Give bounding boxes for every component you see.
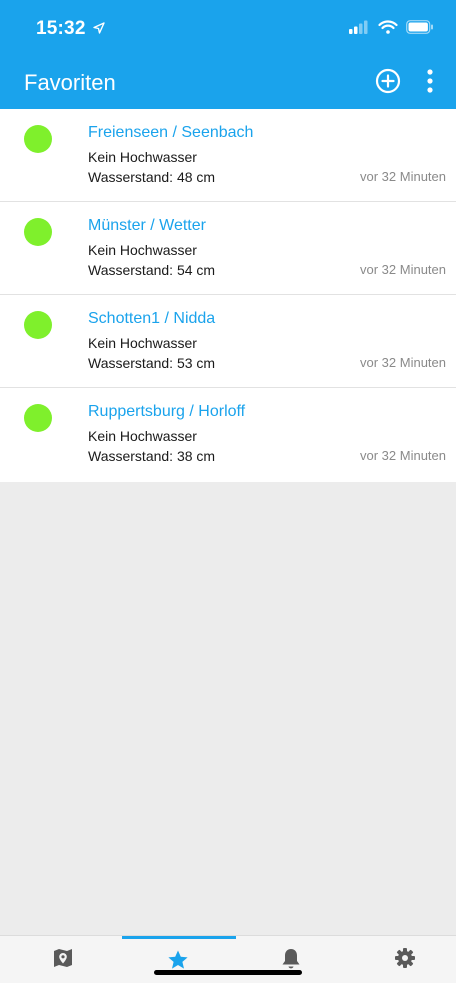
station-item[interactable]: Freienseen / Seenbach Kein Hochwasser Wa… [0,109,456,202]
status-indicator-dot [24,404,52,432]
status-indicator-dot [24,311,52,339]
add-favorite-button[interactable] [374,67,402,95]
status-indicator-dot [24,218,52,246]
favorites-list: Freienseen / Seenbach Kein Hochwasser Wa… [0,109,456,482]
status-time-text: 15:32 [36,18,86,39]
home-indicator [154,970,302,975]
station-name: Freienseen / Seenbach [88,124,254,141]
status-indicator-dot [24,125,52,153]
station-name: Münster / Wetter [88,217,206,234]
tab-notifications[interactable] [234,936,348,983]
status-icons [349,20,434,36]
station-status: Kein Hochwasser [88,149,197,165]
station-status: Kein Hochwasser [88,242,197,258]
add-circle-icon [375,68,401,94]
station-item[interactable]: Schotten1 / Nidda Kein Hochwasser Wasser… [0,295,456,388]
gear-icon [395,948,415,968]
more-options-button[interactable] [423,66,437,96]
more-vertical-icon [427,69,433,93]
station-status: Kein Hochwasser [88,428,197,444]
tab-map[interactable] [10,936,124,983]
page-title: Favoriten [24,70,116,95]
bell-icon [282,949,300,969]
station-water-level: Wasserstand: 48 cm [88,169,216,185]
station-name: Ruppertsburg / Horloff [88,403,246,420]
app-bar: Favoriten [0,54,456,109]
station-water-level: Wasserstand: 53 cm [88,355,216,371]
station-item[interactable]: Münster / Wetter Kein Hochwasser Wassers… [0,202,456,295]
tab-settings[interactable] [346,936,456,983]
station-updated-time: vor 32 Minuten [360,169,446,184]
star-icon [168,950,188,969]
station-name: Schotten1 / Nidda [88,310,216,327]
status-bar: 15:32 [0,0,456,54]
station-updated-time: vor 32 Minuten [360,262,446,277]
map-pin-icon [54,949,72,967]
status-time: 15:32 [36,18,105,40]
tab-favorites[interactable] [122,936,236,983]
station-updated-time: vor 32 Minuten [360,355,446,370]
location-arrow-icon [93,22,105,34]
station-water-level: Wasserstand: 38 cm [88,448,216,464]
signal-icon [349,20,368,34]
wifi-icon [377,20,398,34]
station-item[interactable]: Ruppertsburg / Horloff Kein Hochwasser W… [0,388,456,482]
bottom-tab-bar [0,935,456,983]
app-header: 15:32 Favoriten [0,0,456,109]
station-water-level: Wasserstand: 54 cm [88,262,216,278]
battery-icon [406,20,433,34]
station-status: Kein Hochwasser [88,335,197,351]
station-updated-time: vor 32 Minuten [360,448,446,463]
